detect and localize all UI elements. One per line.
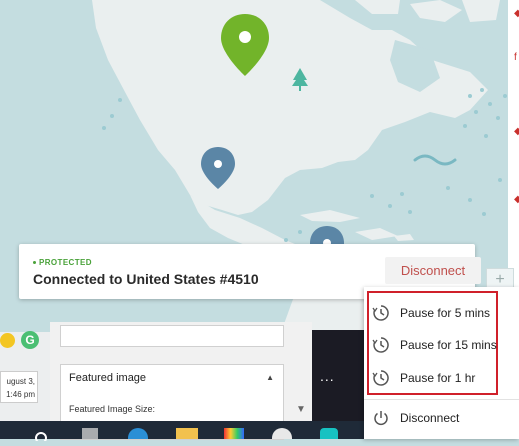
- task-view-icon[interactable]: [82, 428, 98, 439]
- location-pin-connected-icon[interactable]: [219, 12, 271, 78]
- disconnect-menu-item[interactable]: Disconnect: [372, 406, 459, 430]
- status-label: PROTECTED: [39, 258, 92, 267]
- app-icon[interactable]: [224, 428, 244, 439]
- emoji-icon: [0, 333, 15, 348]
- app-icon[interactable]: [320, 428, 338, 439]
- featured-image-panel-header[interactable]: Featured image ▲: [60, 364, 284, 392]
- pause-1-hr-item[interactable]: Pause for 1 hr: [372, 366, 475, 390]
- status-dot-icon: [33, 261, 36, 265]
- collapse-caret-icon[interactable]: ▲: [266, 373, 274, 382]
- protected-status: PROTECTED: [33, 258, 92, 267]
- featured-image-title: Featured image: [69, 372, 147, 384]
- pause-5-mins-item[interactable]: Pause for 5 mins: [372, 301, 490, 325]
- scroll-down-icon[interactable]: ▼: [296, 404, 306, 415]
- power-icon: [374, 411, 388, 426]
- search-icon[interactable]: [34, 428, 48, 444]
- background-window-mark: ◆: [514, 126, 519, 137]
- grammarly-icon: G: [21, 331, 39, 349]
- pause-item-label: Pause for 5 mins: [400, 306, 491, 320]
- clock-pause-icon: [372, 337, 389, 353]
- menu-divider: [364, 399, 519, 400]
- background-input-box: [60, 325, 284, 347]
- post-date: ugust 3, 1:46 pm: [0, 371, 38, 403]
- pause-item-label: Pause for 15 mins: [400, 338, 497, 352]
- connection-text: Connected to United States #4510: [33, 271, 259, 287]
- background-window-mark: ◆: [514, 194, 519, 205]
- file-explorer-icon[interactable]: [176, 428, 198, 439]
- clock-pause-icon: [372, 370, 389, 386]
- disconnect-button[interactable]: Disconnect: [385, 257, 481, 284]
- background-window-mark: ◆: [514, 8, 519, 19]
- background-window-edge: [508, 0, 519, 290]
- disconnect-menu-label: Disconnect: [400, 411, 460, 425]
- pause-item-label: Pause for 1 hr: [400, 371, 476, 385]
- date-line: ugust 3,: [6, 377, 35, 386]
- more-options-icon[interactable]: ...: [320, 368, 335, 384]
- clock-pause-icon: [372, 305, 389, 321]
- location-pin-icon[interactable]: [200, 146, 236, 190]
- background-window-mark: f: [514, 52, 517, 63]
- pause-15-mins-item[interactable]: Pause for 15 mins: [372, 333, 497, 357]
- featured-image-size-label: Featured Image Size:: [69, 404, 156, 414]
- time-line: 1:46 pm: [6, 390, 35, 399]
